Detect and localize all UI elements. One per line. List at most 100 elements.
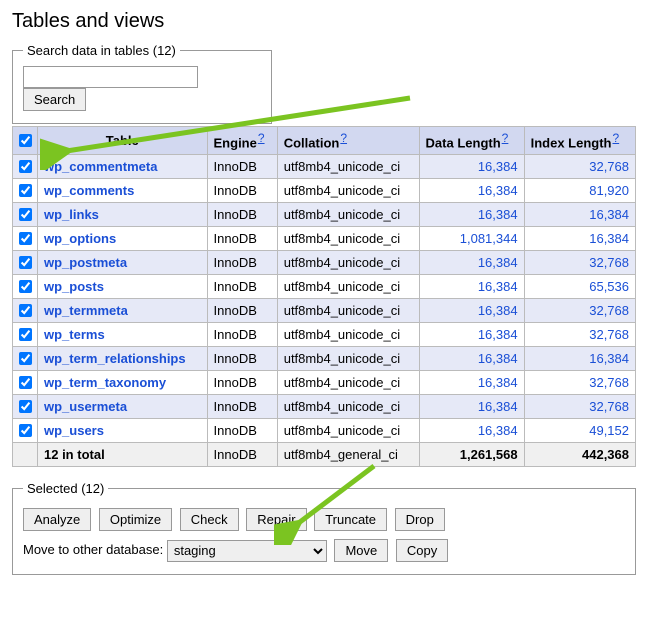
analyze-button[interactable]: Analyze [23, 508, 91, 531]
table-row: wp_termmetaInnoDButf8mb4_unicode_ci16,38… [13, 299, 636, 323]
table-link[interactable]: wp_termmeta [44, 303, 128, 318]
cell-collation: utf8mb4_unicode_ci [277, 323, 419, 347]
row-checkbox[interactable] [19, 184, 32, 197]
row-checkbox[interactable] [19, 376, 32, 389]
table-row: wp_term_relationships InnoDButf8mb4_unico… [13, 347, 636, 371]
optimize-button[interactable]: Optimize [99, 508, 172, 531]
cell-data-length: 16,384 [419, 251, 524, 275]
table-row: wp_usersInnoDButf8mb4_unicode_ci16,38449… [13, 419, 636, 443]
row-checkbox[interactable] [19, 424, 32, 437]
cell-engine: InnoDB [207, 323, 277, 347]
cell-engine: InnoDB [207, 299, 277, 323]
cell-engine: InnoDB [207, 203, 277, 227]
col-engine[interactable]: Engine? [207, 127, 277, 155]
cell-data-length: 16,384 [419, 179, 524, 203]
row-checkbox[interactable] [19, 328, 32, 341]
col-collation[interactable]: Collation? [277, 127, 419, 155]
cell-engine: InnoDB [207, 227, 277, 251]
col-data-length[interactable]: Data Length? [419, 127, 524, 155]
cell-engine: InnoDB [207, 419, 277, 443]
truncate-button[interactable]: Truncate [314, 508, 387, 531]
table-link[interactable]: wp_terms [44, 327, 105, 342]
cell-index-length: 49,152 [524, 419, 635, 443]
table-row: wp_term_taxonomy InnoDButf8mb4_unicode_ci… [13, 371, 636, 395]
cell-engine: InnoDB [207, 371, 277, 395]
search-input[interactable] [23, 66, 198, 88]
move-button[interactable]: Move [334, 539, 388, 562]
repair-button[interactable]: Repair [246, 508, 306, 531]
check-all-checkbox[interactable] [19, 134, 32, 147]
cell-engine: InnoDB [207, 347, 277, 371]
selected-legend: Selected (12) [23, 481, 108, 496]
cell-engine: InnoDB [207, 275, 277, 299]
total-label: 12 in total [44, 447, 105, 462]
cell-collation: utf8mb4_unicode_ci [277, 251, 419, 275]
move-target-select[interactable]: staging [167, 540, 327, 562]
table-link[interactable]: wp_postmeta [44, 255, 127, 270]
table-link[interactable]: wp_usermeta [44, 399, 127, 414]
row-checkbox[interactable] [19, 400, 32, 413]
help-indexlen-icon[interactable]: ? [612, 131, 619, 145]
table-link[interactable]: wp_links [44, 207, 99, 222]
table-row: wp_termsInnoDButf8mb4_unicode_ci16,38432… [13, 323, 636, 347]
cell-index-length: 16,384 [524, 227, 635, 251]
table-link[interactable]: wp_term_taxonomy [44, 375, 166, 390]
drop-button[interactable]: Drop [395, 508, 445, 531]
table-row: wp_commentmetaInnoDButf8mb4_unicode_ci16… [13, 155, 636, 179]
cell-index-length: 81,920 [524, 179, 635, 203]
cell-index-length: 16,384 [524, 347, 635, 371]
total-data-length: 1,261,568 [419, 443, 524, 467]
cell-collation: utf8mb4_unicode_ci [277, 227, 419, 251]
row-checkbox[interactable] [19, 232, 32, 245]
search-legend: Search data in tables (12) [23, 43, 180, 58]
row-checkbox[interactable] [19, 304, 32, 317]
cell-data-length: 16,384 [419, 155, 524, 179]
table-link[interactable]: wp_comments [44, 183, 134, 198]
cell-index-length: 32,768 [524, 299, 635, 323]
table-row: wp_linksInnoDButf8mb4_unicode_ci16,38416… [13, 203, 636, 227]
cell-collation: utf8mb4_unicode_ci [277, 395, 419, 419]
table-link[interactable]: wp_users [44, 423, 104, 438]
row-checkbox[interactable] [19, 160, 32, 173]
row-checkbox[interactable] [19, 280, 32, 293]
table-row: wp_commentsInnoDButf8mb4_unicode_ci16,38… [13, 179, 636, 203]
cell-engine: InnoDB [207, 395, 277, 419]
cell-data-length: 16,384 [419, 275, 524, 299]
table-total-row: 12 in totalInnoDButf8mb4_general_ci1,261… [13, 443, 636, 467]
table-link[interactable]: wp_term_relationships [44, 351, 186, 366]
cell-collation: utf8mb4_unicode_ci [277, 347, 419, 371]
page-title: Tables and views [12, 10, 636, 33]
cell-index-length: 65,536 [524, 275, 635, 299]
cell-data-length: 16,384 [419, 299, 524, 323]
cell-data-length: 16,384 [419, 395, 524, 419]
table-row: wp_postmetaInnoDButf8mb4_unicode_ci16,38… [13, 251, 636, 275]
move-label: Move to other database: [23, 542, 163, 557]
table-link[interactable]: wp_posts [44, 279, 104, 294]
cell-collation: utf8mb4_unicode_ci [277, 371, 419, 395]
cell-index-length: 32,768 [524, 371, 635, 395]
col-index-length[interactable]: Index Length? [524, 127, 635, 155]
help-collation-icon[interactable]: ? [340, 131, 347, 145]
cell-data-length: 16,384 [419, 371, 524, 395]
check-button[interactable]: Check [180, 508, 239, 531]
help-datalen-icon[interactable]: ? [502, 131, 509, 145]
cell-collation: utf8mb4_unicode_ci [277, 203, 419, 227]
help-engine-icon[interactable]: ? [258, 131, 265, 145]
col-table[interactable]: Table [38, 127, 208, 155]
row-checkbox[interactable] [19, 352, 32, 365]
tables-table: Table Engine? Collation? Data Length? In… [12, 126, 636, 467]
cell-data-length: 16,384 [419, 203, 524, 227]
table-row: wp_options InnoDButf8mb4_unicode_ci1,081,… [13, 227, 636, 251]
col-check [13, 127, 38, 155]
table-link[interactable]: wp_commentmeta [44, 159, 157, 174]
row-checkbox[interactable] [19, 256, 32, 269]
cell-data-length: 16,384 [419, 323, 524, 347]
cell-data-length: 16,384 [419, 347, 524, 371]
row-checkbox[interactable] [19, 208, 32, 221]
cell-collation: utf8mb4_unicode_ci [277, 155, 419, 179]
cell-data-length: 1,081,344 [419, 227, 524, 251]
search-button[interactable]: Search [23, 88, 86, 111]
table-link[interactable]: wp_options [44, 231, 116, 246]
copy-button[interactable]: Copy [396, 539, 448, 562]
total-engine: InnoDB [207, 443, 277, 467]
